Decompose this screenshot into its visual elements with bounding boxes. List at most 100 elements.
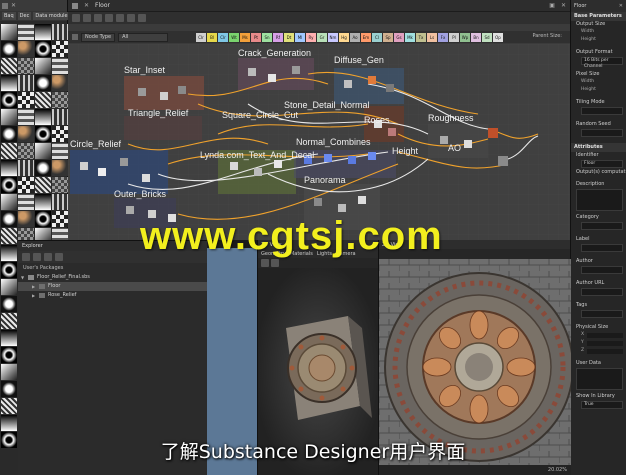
grid-icon[interactable] bbox=[105, 14, 113, 22]
library-thumbnail[interactable] bbox=[18, 211, 34, 227]
close-icon[interactable]: ✕ bbox=[84, 2, 89, 9]
author-field[interactable] bbox=[581, 266, 623, 274]
show-in-library-dropdown[interactable]: True bbox=[581, 401, 623, 409]
node-category-chip[interactable]: Hg bbox=[339, 33, 349, 42]
library-thumbnail[interactable] bbox=[1, 58, 17, 74]
library-thumbnail[interactable] bbox=[52, 41, 68, 57]
camera-icon[interactable] bbox=[271, 259, 279, 267]
library-thumbnail[interactable] bbox=[52, 75, 68, 91]
open-icon[interactable] bbox=[33, 253, 41, 261]
library-thumbnail[interactable] bbox=[1, 228, 17, 244]
node-category-chip[interactable]: Cl bbox=[372, 33, 382, 42]
tiling-mode-dropdown[interactable] bbox=[581, 107, 623, 115]
render-icon[interactable] bbox=[261, 259, 269, 267]
tree-item-floor[interactable]: ▶ Floor bbox=[18, 282, 207, 291]
library-thumbnail[interactable] bbox=[1, 75, 17, 91]
library-thumbnail[interactable] bbox=[35, 126, 51, 142]
library-thumbnail[interactable] bbox=[1, 211, 17, 227]
library-thumbnail[interactable] bbox=[1, 41, 17, 57]
library-thumbnail[interactable] bbox=[1, 313, 17, 329]
user-data-field[interactable] bbox=[576, 368, 623, 390]
close-icon[interactable]: ✕ bbox=[619, 3, 623, 9]
base-parameters-header[interactable]: Base Parameters bbox=[571, 12, 626, 21]
node-category-chip[interactable]: Dt bbox=[284, 33, 294, 42]
node-category-chip[interactable]: Nm bbox=[328, 33, 338, 42]
identifier-field[interactable]: Floor bbox=[581, 160, 623, 168]
undo-icon[interactable] bbox=[83, 14, 91, 22]
library-tab[interactable]: Dec bbox=[17, 12, 32, 20]
node-category-chip[interactable]: Op bbox=[493, 33, 503, 42]
library-thumbnail[interactable] bbox=[35, 109, 51, 125]
chevron-right-icon[interactable]: ▶ bbox=[32, 282, 36, 291]
library-thumbnail[interactable] bbox=[18, 194, 34, 210]
library-thumbnail[interactable] bbox=[1, 364, 17, 380]
library-thumbnail[interactable] bbox=[18, 143, 34, 159]
library-tab[interactable]: Baq bbox=[2, 12, 16, 20]
node-category-chip[interactable]: Sp bbox=[383, 33, 393, 42]
library-thumbnail[interactable] bbox=[52, 109, 68, 125]
library-thumbnail[interactable] bbox=[1, 279, 17, 295]
node-category-chip[interactable]: Bn bbox=[471, 33, 481, 42]
library-thumbnail[interactable] bbox=[35, 24, 51, 40]
close-icon[interactable]: ✕ bbox=[561, 2, 566, 9]
node-category-chip[interactable]: Clr bbox=[218, 33, 228, 42]
settings-icon[interactable] bbox=[138, 14, 146, 22]
library-tab[interactable]: Data module bbox=[33, 12, 70, 20]
library-thumbnail[interactable] bbox=[35, 194, 51, 210]
package-row[interactable]: ▼ Floor_Relief_Final.sbs bbox=[18, 273, 207, 282]
frame-icon[interactable] bbox=[94, 14, 102, 22]
node-category-chip[interactable]: Ao bbox=[350, 33, 360, 42]
node-category-chip[interactable]: Sn bbox=[262, 33, 272, 42]
library-thumbnail[interactable] bbox=[1, 194, 17, 210]
save-icon[interactable] bbox=[44, 253, 52, 261]
library-thumbnail[interactable] bbox=[1, 330, 17, 346]
description-field[interactable] bbox=[576, 189, 623, 211]
library-thumbnail[interactable] bbox=[18, 58, 34, 74]
node-category-chip[interactable]: Em bbox=[361, 33, 371, 42]
float-icon[interactable]: ▣ bbox=[549, 2, 555, 9]
tags-field[interactable] bbox=[581, 310, 623, 318]
node-type-dropdown[interactable]: All bbox=[118, 32, 169, 42]
library-thumbnail[interactable] bbox=[35, 92, 51, 108]
node-category-chip[interactable]: Sd bbox=[482, 33, 492, 42]
library-thumbnail[interactable] bbox=[35, 58, 51, 74]
library-thumbnail[interactable] bbox=[52, 194, 68, 210]
node-category-chip[interactable]: Gr bbox=[317, 33, 327, 42]
library-thumbnail[interactable] bbox=[18, 126, 34, 142]
library-thumbnail[interactable] bbox=[35, 211, 51, 227]
node-category-chip[interactable]: Ms bbox=[240, 33, 250, 42]
random-seed-field[interactable] bbox=[581, 129, 623, 137]
library-thumbnail[interactable] bbox=[18, 109, 34, 125]
graph-canvas[interactable]: Star_Inset Crack_Generation Diffuse_Gen … bbox=[68, 44, 570, 240]
library-thumbnail[interactable] bbox=[52, 58, 68, 74]
library-thumbnail[interactable] bbox=[18, 24, 34, 40]
link-icon[interactable] bbox=[116, 14, 124, 22]
frame-circle-relief[interactable] bbox=[70, 150, 168, 194]
new-package-icon[interactable] bbox=[22, 253, 30, 261]
library-thumbnail[interactable] bbox=[1, 24, 17, 40]
library-thumbnail[interactable] bbox=[1, 381, 17, 397]
node-category-chip[interactable]: Tx bbox=[416, 33, 426, 42]
library-thumbnail[interactable] bbox=[1, 92, 17, 108]
2d-viewport[interactable] bbox=[379, 259, 571, 465]
library-thumbnail[interactable] bbox=[1, 262, 17, 278]
tree-item-rose-relief[interactable]: ▶ Rose_Relief bbox=[18, 291, 207, 300]
library-thumbnail[interactable] bbox=[18, 160, 34, 176]
library-thumbnail[interactable] bbox=[35, 75, 51, 91]
node-category-chip[interactable]: Rf bbox=[273, 33, 283, 42]
library-thumbnail[interactable] bbox=[18, 41, 34, 57]
library-thumbnail[interactable] bbox=[1, 143, 17, 159]
node-category-chip[interactable]: Ry bbox=[306, 33, 316, 42]
library-thumbnail[interactable] bbox=[52, 143, 68, 159]
library-thumbnail[interactable] bbox=[1, 415, 17, 431]
physical-x-field[interactable] bbox=[587, 332, 623, 338]
chevron-right-icon[interactable]: ▶ bbox=[32, 291, 36, 300]
library-thumbnail[interactable] bbox=[52, 177, 68, 193]
frame-triangle-relief[interactable] bbox=[124, 116, 202, 140]
label-field[interactable] bbox=[581, 244, 623, 252]
node-category-chip[interactable]: Pt bbox=[251, 33, 261, 42]
library-thumbnail[interactable] bbox=[1, 296, 17, 312]
node-category-chip[interactable]: Ls bbox=[427, 33, 437, 42]
library-thumbnail[interactable] bbox=[52, 126, 68, 142]
library-thumbnail[interactable] bbox=[1, 347, 17, 363]
